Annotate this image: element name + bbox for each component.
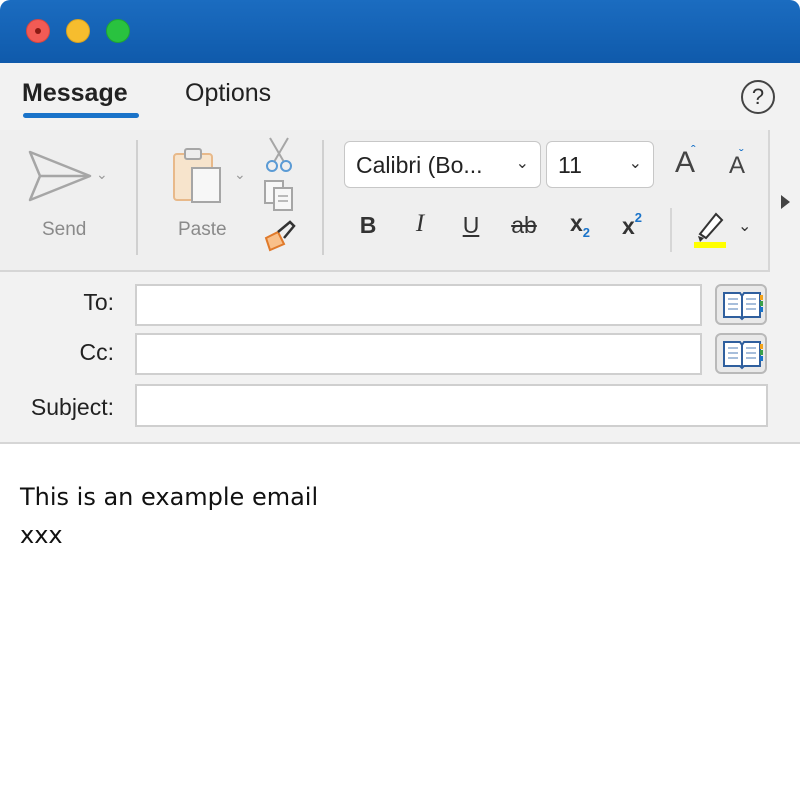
address-book-icon — [723, 292, 763, 321]
font-size-value: 11 — [558, 152, 582, 178]
superscript-mark: 2 — [634, 210, 643, 225]
font-family-value: Calibri (Bo... — [356, 152, 483, 178]
superscript-button[interactable]: x2 — [614, 210, 650, 240]
active-tab-indicator — [23, 113, 139, 118]
body-line: This is an example email — [20, 483, 319, 511]
italic-button[interactable]: I — [404, 210, 436, 238]
chevron-down-icon: ⌄ — [628, 155, 642, 172]
format-painter-icon[interactable] — [262, 218, 298, 254]
highlighter-icon[interactable] — [690, 206, 730, 250]
window-titlebar — [0, 0, 800, 63]
copy-icon[interactable] — [262, 178, 298, 214]
subscript-button[interactable]: x2 — [562, 210, 598, 240]
ribbon: Message Options ? ⌄ Send ⌄ Paste Calibri… — [0, 63, 800, 272]
ribbon-separator — [136, 140, 138, 255]
help-button[interactable]: ? — [741, 80, 775, 114]
minimize-window-button[interactable] — [66, 19, 90, 43]
superscript-base: x — [621, 213, 635, 239]
cc-field[interactable] — [135, 333, 702, 375]
chevron-down-icon: ⌄ — [515, 155, 529, 172]
shrink-font-button[interactable]: Aˇ — [720, 146, 754, 180]
address-book-icon — [723, 341, 763, 370]
subject-field[interactable] — [135, 384, 768, 427]
paste-icon — [173, 148, 221, 203]
cc-address-book-button[interactable] — [715, 333, 767, 374]
cut-icon[interactable] — [264, 134, 294, 174]
font-family-select[interactable]: Calibri (Bo... ⌄ — [344, 141, 541, 188]
underline-button[interactable]: U — [455, 212, 487, 239]
ribbon-overflow-arrow-icon[interactable] — [781, 195, 790, 209]
strikethrough-button[interactable]: ab — [504, 212, 544, 239]
highlight-color-chevron-icon[interactable]: ⌄ — [738, 216, 751, 236]
send-label: Send — [42, 219, 87, 240]
cc-label: Cc: — [79, 339, 115, 365]
ribbon-panel: ⌄ Send ⌄ Paste Calibri (Bo... ⌄ 11 ⌄ A ˆ… — [0, 130, 770, 272]
ribbon-separator — [322, 140, 324, 255]
close-window-button[interactable] — [26, 19, 50, 43]
subject-label: Subject: — [30, 394, 114, 420]
to-address-book-button[interactable] — [715, 284, 767, 325]
zoom-window-button[interactable] — [106, 19, 130, 43]
font-size-select[interactable]: 11 ⌄ — [546, 141, 654, 188]
paste-label: Paste — [178, 219, 227, 240]
to-label: To: — [83, 289, 114, 315]
bold-button[interactable]: B — [352, 212, 384, 239]
message-body-editor[interactable]: This is an example email xxx — [0, 444, 800, 799]
subscript-mark: 2 — [582, 225, 591, 240]
send-options-chevron-icon[interactable]: ⌄ — [96, 166, 108, 183]
tab-message[interactable]: Message — [22, 79, 128, 108]
send-button[interactable]: ⌄ Send — [18, 140, 118, 240]
ribbon-separator — [670, 208, 672, 252]
paste-options-chevron-icon[interactable]: ⌄ — [234, 166, 246, 183]
tab-options[interactable]: Options — [185, 79, 271, 108]
message-header: To: Cc: Subject: — [0, 272, 800, 444]
paste-button[interactable]: ⌄ Paste — [160, 140, 252, 240]
send-icon — [28, 150, 92, 202]
subscript-base: x — [569, 210, 583, 236]
grow-font-button[interactable]: Aˆ — [667, 142, 703, 180]
to-field[interactable] — [135, 284, 702, 326]
body-line: xxx — [20, 521, 63, 549]
